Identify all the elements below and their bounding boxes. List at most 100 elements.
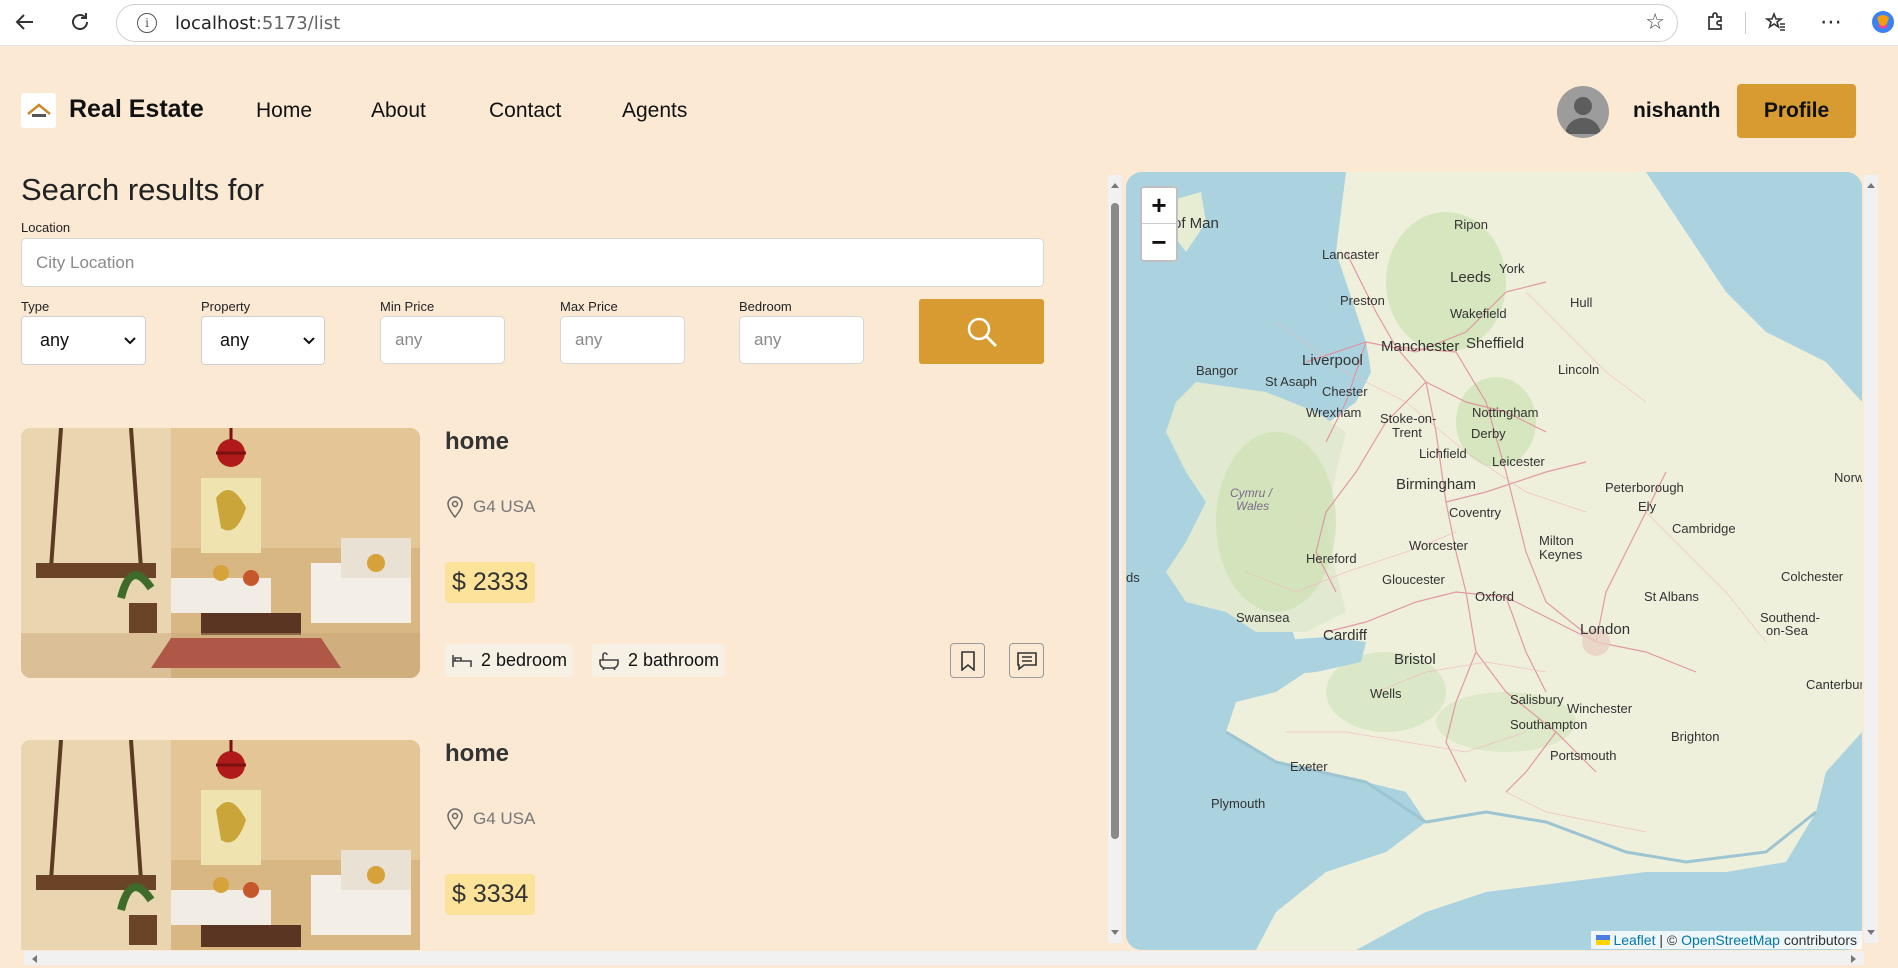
listing-title[interactable]: home (445, 740, 509, 768)
favorites-icon[interactable] (1759, 5, 1793, 39)
listing-address-text: G4 USA (473, 809, 536, 828)
map-label: Portsmouth (1550, 748, 1616, 763)
scroll-left-arrow[interactable] (30, 954, 38, 964)
bedroom-input[interactable]: any (739, 316, 864, 364)
chat-button[interactable] (1009, 643, 1044, 678)
map-scrollbar[interactable] (1864, 175, 1878, 943)
more-menu-icon[interactable]: ⋯ (1814, 5, 1848, 39)
scroll-down-arrow[interactable] (1110, 929, 1120, 937)
property-label: Property (201, 299, 251, 314)
map-label: Chester (1322, 384, 1368, 399)
attribution-separator: | © (1655, 932, 1682, 948)
url-text: localhost:5173/list (175, 12, 341, 34)
nav-link-contact[interactable]: Contact (489, 99, 561, 123)
chat-icon (1016, 651, 1037, 671)
type-select-value: any (40, 330, 70, 350)
type-label: Type (21, 299, 50, 314)
map-label: Bristol (1394, 651, 1436, 668)
avatar[interactable] (1557, 86, 1609, 138)
bathroom-count: 2 bathroom (628, 650, 720, 670)
map-label: Sheffield (1466, 335, 1524, 352)
location-input[interactable]: City Location (21, 238, 1044, 287)
nav-link-agents[interactable]: Agents (622, 99, 687, 123)
map-label: Ely (1638, 499, 1657, 514)
browser-toolbar: i localhost:5173/list ☆ ⋯ (0, 0, 1898, 46)
logo-icon[interactable] (21, 93, 56, 128)
map-label: Birmingham (1396, 476, 1476, 493)
address-bar[interactable]: i localhost:5173/list ☆ (116, 4, 1678, 42)
map-label: Stoke-on- (1380, 411, 1436, 426)
map-view[interactable]: of Man Lancaster Ripon Leeds York Presto… (1126, 172, 1862, 950)
map-label: Brighton (1671, 729, 1719, 744)
min-price-input[interactable]: any (380, 316, 505, 364)
extensions-icon[interactable] (1698, 5, 1732, 39)
leaflet-link[interactable]: Leaflet (1613, 932, 1655, 948)
max-price-input[interactable]: any (560, 316, 685, 364)
back-icon[interactable] (8, 5, 42, 39)
zoom-in-button[interactable]: + (1142, 188, 1176, 224)
openstreetmap-link[interactable]: OpenStreetMap (1681, 932, 1780, 948)
map-label: Cardiff (1323, 627, 1368, 644)
site-info-icon[interactable]: i (137, 13, 157, 33)
chevron-down-icon (303, 336, 315, 344)
favorite-star-icon[interactable]: ☆ (1645, 10, 1665, 35)
map-label: Wales (1236, 499, 1269, 513)
bedroom-feature: 2 bedroom (445, 644, 574, 677)
listing-address: G4 USA (447, 496, 535, 518)
map-label: on-Sea (1766, 623, 1809, 638)
bed-icon (452, 654, 472, 667)
scroll-up-arrow[interactable] (1866, 181, 1876, 189)
map-label: Liverpool (1302, 352, 1363, 369)
map-label: Cambridge (1672, 521, 1736, 536)
map-label: Nottingham (1472, 405, 1538, 420)
map-label: Worcester (1409, 538, 1469, 553)
map-label: Swansea (1236, 610, 1290, 625)
scroll-down-arrow[interactable] (1866, 929, 1876, 937)
map-label: St Asaph (1265, 374, 1317, 389)
scrollbar-thumb[interactable] (1111, 203, 1119, 839)
bookmark-icon (960, 650, 975, 671)
scroll-up-arrow[interactable] (1110, 181, 1120, 189)
copilot-icon[interactable] (1866, 5, 1898, 39)
map-label: Canterbur (1806, 677, 1862, 692)
reload-icon[interactable] (63, 5, 97, 39)
map-label: Milton (1539, 533, 1574, 548)
attribution-contributors: contributors (1779, 932, 1857, 948)
scroll-right-arrow[interactable] (1850, 954, 1858, 964)
map-zoom-control: + − (1140, 186, 1178, 262)
map-label: Manchester (1381, 338, 1459, 355)
listing-image[interactable] (21, 740, 420, 950)
listing-image[interactable] (21, 428, 420, 678)
toolbar-divider (1745, 12, 1746, 34)
map-label: Hereford (1306, 551, 1357, 566)
nav-link-home[interactable]: Home (256, 99, 312, 123)
type-select[interactable]: any (21, 316, 146, 365)
search-button[interactable] (919, 299, 1044, 364)
map-label: Bangor (1196, 363, 1239, 378)
map-label: York (1499, 261, 1525, 276)
map-label: Preston (1340, 293, 1385, 308)
save-button[interactable] (950, 643, 985, 678)
map-label: Coventry (1449, 505, 1502, 520)
listing-title[interactable]: home (445, 428, 509, 456)
property-select-value: any (220, 330, 250, 350)
map-label: Lancaster (1322, 247, 1380, 262)
map-label: Keynes (1539, 547, 1583, 562)
map-label: Gloucester (1382, 572, 1446, 587)
bedroom-count: 2 bedroom (481, 650, 568, 670)
bathtub-icon (599, 651, 619, 670)
map-label: Southampton (1510, 717, 1587, 732)
list-scrollbar[interactable] (1108, 175, 1122, 943)
map-label: St Albans (1644, 589, 1699, 604)
map-label: Oxford (1475, 589, 1514, 604)
property-select[interactable]: any (201, 316, 325, 365)
location-label: Location (21, 220, 71, 235)
brand-name[interactable]: Real Estate (69, 95, 204, 124)
chevron-down-icon (124, 336, 136, 344)
profile-button[interactable]: Profile (1737, 84, 1856, 138)
nav-link-about[interactable]: About (371, 99, 426, 123)
map-label: Winchester (1567, 701, 1633, 716)
zoom-out-button[interactable]: − (1142, 224, 1176, 260)
location-pin-icon (447, 496, 463, 518)
horizontal-scrollbar[interactable] (24, 951, 1864, 965)
